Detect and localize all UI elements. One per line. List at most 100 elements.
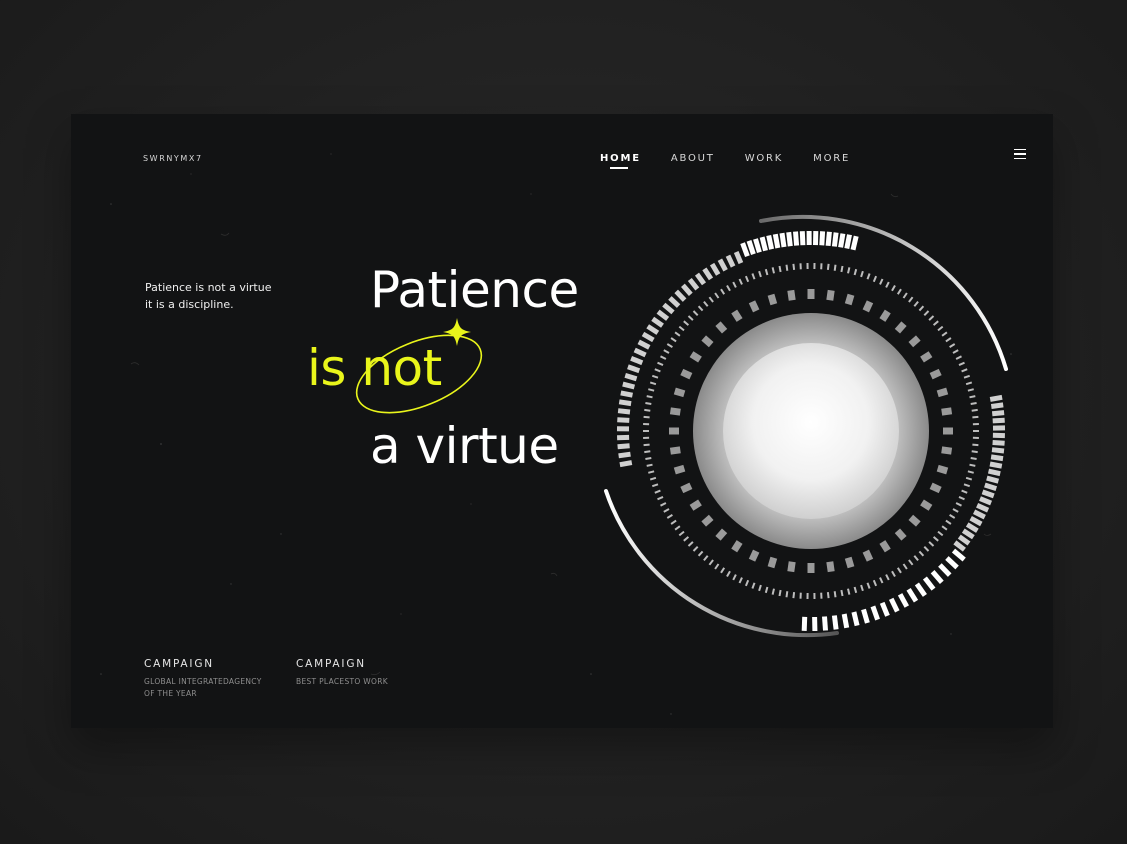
ring-tick	[657, 361, 664, 367]
ring-tick	[767, 556, 778, 569]
ring-tick	[885, 281, 890, 288]
ring-tick	[952, 349, 959, 354]
hamburger-menu-icon[interactable]	[1013, 146, 1027, 160]
ring-tick	[669, 446, 681, 455]
ring-tick	[618, 451, 631, 459]
ring-tick	[862, 300, 874, 313]
ring-tick	[990, 454, 1004, 462]
ring-tick	[618, 399, 632, 407]
nav-item-work[interactable]: WORK	[745, 153, 783, 164]
ring-tick	[987, 468, 1001, 477]
ring-tick	[767, 293, 778, 306]
ring-tick	[840, 589, 844, 597]
nav-item-about[interactable]: ABOUT	[671, 153, 715, 164]
ring-tick	[879, 278, 884, 285]
ring-tick	[772, 233, 781, 249]
ring-tick	[633, 347, 647, 358]
ring-tick	[668, 296, 681, 308]
ring-tick	[896, 288, 902, 295]
ring-tick	[840, 265, 844, 273]
ring-tick	[751, 273, 756, 280]
ring-tick	[986, 475, 1000, 484]
ring-tick	[670, 519, 677, 525]
ring-tick	[819, 231, 826, 246]
ring-tick	[641, 331, 655, 343]
ring-tick	[894, 321, 907, 334]
ring-tick	[799, 231, 806, 246]
nav-item-label: WORK	[744, 153, 784, 164]
ring-tick	[649, 476, 657, 481]
ring-tick	[860, 584, 864, 592]
ring-tick	[673, 464, 686, 475]
ring-tick	[971, 408, 978, 412]
ring-tick	[649, 381, 657, 386]
nav-item-more[interactable]: MORE	[813, 153, 850, 164]
ring-tick	[969, 516, 983, 527]
ring-tick	[932, 536, 939, 542]
ring-tick	[692, 546, 699, 552]
ring-tick	[738, 278, 743, 285]
ring-tick	[826, 263, 830, 271]
ring-tick	[955, 502, 962, 507]
ring-tick	[657, 495, 664, 501]
ring-tick	[751, 582, 756, 589]
ring-tick	[714, 292, 720, 299]
ring-tick	[656, 309, 670, 321]
ring-tick	[906, 587, 919, 603]
ring-tick	[879, 309, 891, 322]
ring-tick	[731, 309, 743, 322]
ring-tick	[826, 591, 830, 599]
ring-tick	[981, 489, 995, 499]
ring-tick	[908, 296, 914, 303]
tagline: Patience is not a virtue it is a discipl…	[145, 279, 305, 313]
ring-tick	[709, 262, 721, 276]
ring-tick	[936, 387, 949, 398]
ring-tick	[801, 616, 808, 631]
hero-line-1: Patience	[370, 261, 579, 319]
brand-logo[interactable]: SWRNYMX7	[143, 154, 203, 163]
ring-tick	[678, 530, 685, 537]
ring-tick	[902, 563, 908, 570]
ring-tick	[680, 368, 693, 380]
ring-tick	[643, 443, 650, 447]
ring-tick	[937, 530, 944, 537]
campaign-title: CAMPAIGN	[144, 658, 214, 670]
ring-tick	[831, 615, 839, 630]
ring-tick	[715, 321, 728, 334]
ring-tick	[689, 499, 702, 511]
ring-tick	[759, 236, 768, 252]
ring-tick	[826, 289, 835, 301]
ring-tick	[970, 402, 977, 405]
ring-tick	[941, 525, 948, 531]
ring-tick	[766, 234, 775, 250]
ring-tick	[866, 273, 871, 280]
nav-item-home[interactable]: HOME	[600, 153, 641, 169]
ring-tick	[908, 514, 921, 527]
ring-tick	[692, 310, 699, 316]
ring-tick	[683, 536, 690, 542]
ring-tick	[972, 509, 986, 520]
ring-tick	[930, 570, 944, 584]
ring-tick	[953, 540, 966, 552]
ring-tick	[697, 550, 704, 557]
ring-tick	[991, 410, 1005, 417]
landing-page-frame: SWRNYMX7 HOME ABOUT WORK MORE Patience i…	[71, 114, 1053, 728]
ring-tick	[945, 519, 952, 525]
ring-tick	[778, 265, 782, 273]
nav-item-label: ABOUT	[670, 153, 715, 164]
ring-tick	[936, 464, 949, 475]
ring-tick	[746, 240, 756, 255]
ring-tick	[908, 335, 921, 348]
ring-tick	[758, 270, 762, 278]
ring-tick	[748, 549, 760, 562]
ring-tick	[787, 561, 796, 573]
ring-tick	[958, 361, 965, 367]
ring-tick	[748, 300, 760, 313]
ring-tick	[872, 275, 878, 283]
ring-tick	[702, 267, 714, 281]
ring-tick	[888, 597, 900, 613]
ring-tick	[951, 548, 966, 562]
ring-tick	[918, 305, 925, 312]
ring-tick	[740, 242, 750, 258]
ring-tick	[744, 275, 750, 283]
